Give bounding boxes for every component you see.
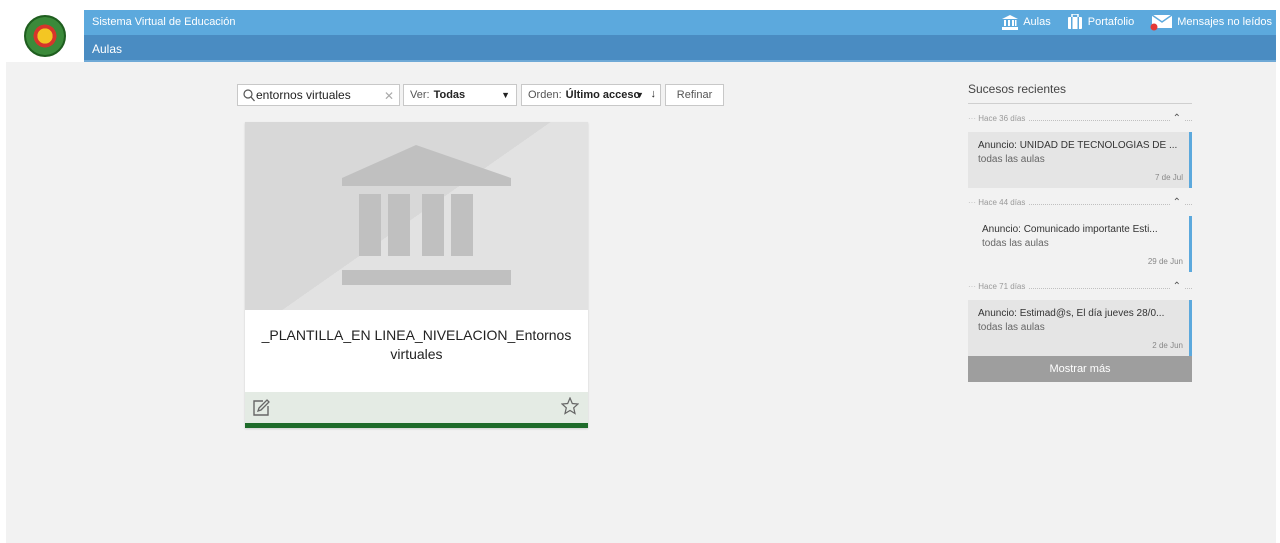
orden-label: Orden: — [528, 89, 562, 101]
institution-icon — [342, 145, 511, 285]
card-accent-bar — [245, 423, 588, 428]
clear-icon[interactable]: ✕ — [384, 89, 394, 103]
event-group-header[interactable]: Hace 44 días ⌃ — [968, 196, 1192, 212]
top-nav: Aulas Portafolio Mensajes no leídos — [1002, 13, 1272, 31]
search-input[interactable] — [256, 87, 380, 103]
classroom-icon — [1002, 14, 1019, 30]
ver-select[interactable]: Ver: Todas ▼ — [403, 84, 517, 106]
search-box: ✕ — [237, 84, 400, 106]
chevron-down-icon: ▼ — [635, 90, 644, 100]
chevron-down-icon: ▼ — [501, 90, 510, 100]
event-item[interactable]: Anuncio: Estimad@s, El día jueves 28/0..… — [968, 300, 1192, 356]
event-group-header[interactable]: Hace 71 días ⌃ — [968, 280, 1192, 296]
edit-icon[interactable] — [252, 399, 270, 417]
chevron-up-icon[interactable]: ⌃ — [1169, 281, 1184, 292]
event-item[interactable]: Anuncio: Comunicado importante Esti... t… — [968, 216, 1192, 272]
star-icon[interactable] — [561, 397, 579, 415]
event-date: 29 de Jun — [1147, 257, 1183, 266]
event-text: Anuncio: Comunicado importante Esti... — [982, 224, 1158, 235]
top-bar: Sistema Virtual de Educación Aulas Porta… — [84, 10, 1276, 35]
orden-select[interactable]: Orden: Último acceso ▼ ↓ — [521, 84, 661, 106]
logo-container — [6, 10, 84, 62]
orden-value: Último acceso — [565, 89, 641, 101]
ver-value: Todas — [433, 89, 466, 101]
chevron-up-icon[interactable]: ⌃ — [1169, 113, 1184, 124]
university-logo[interactable] — [24, 15, 66, 57]
event-text: Anuncio: UNIDAD DE TECNOLOGÍAS DE ... — [978, 140, 1178, 151]
course-title[interactable]: _PLANTILLA_EN LINEA_NIVELACION_Entornos … — [255, 326, 578, 364]
event-subtitle: todas las aulas — [978, 322, 1045, 333]
course-image — [245, 122, 588, 310]
chevron-up-icon[interactable]: ⌃ — [1169, 197, 1184, 208]
recent-events-title: Sucesos recientes — [968, 82, 1192, 104]
card-footer — [245, 392, 588, 423]
nav-mensajes[interactable]: Mensajes no leídos — [1150, 13, 1272, 31]
event-group-header[interactable]: Hace 36 días ⌃ — [968, 112, 1192, 128]
recent-events-panel: Sucesos recientes Hace 36 días ⌃ Anuncio… — [968, 82, 1192, 382]
nav-portafolio-label: Portafolio — [1087, 16, 1135, 28]
event-text: Anuncio: Estimad@s, El día jueves 28/0..… — [978, 308, 1165, 319]
event-date: 7 de Jul — [1154, 173, 1183, 182]
sort-desc-icon[interactable]: ↓ — [651, 88, 657, 100]
sub-bar: Aulas — [84, 35, 1276, 62]
event-subtitle: todas las aulas — [978, 154, 1045, 165]
event-date: 2 de Jun — [1152, 341, 1183, 350]
portfolio-icon — [1067, 14, 1082, 29]
refine-button[interactable]: Refinar — [665, 84, 724, 106]
ver-label: Ver: — [410, 89, 430, 101]
event-group-label: Hace 71 días — [968, 282, 1030, 291]
course-card[interactable]: _PLANTILLA_EN LINEA_NIVELACION_Entornos … — [245, 122, 588, 428]
app-title: Sistema Virtual de Educación — [92, 16, 236, 28]
event-group-label: Hace 44 días — [968, 198, 1030, 207]
event-group-label: Hace 36 días — [968, 114, 1030, 123]
mail-icon — [1150, 14, 1173, 31]
nav-aulas[interactable]: Aulas — [1002, 14, 1051, 30]
show-more-button[interactable]: Mostrar más — [968, 356, 1192, 382]
nav-portafolio[interactable]: Portafolio — [1067, 14, 1134, 30]
event-subtitle: todas las aulas — [982, 238, 1049, 249]
event-item[interactable]: Anuncio: UNIDAD DE TECNOLOGÍAS DE ... to… — [968, 132, 1192, 188]
nav-aulas-label: Aulas — [1023, 16, 1051, 28]
search-icon — [243, 89, 255, 102]
breadcrumb[interactable]: Aulas — [92, 42, 122, 56]
nav-mensajes-label: Mensajes no leídos — [1177, 16, 1272, 28]
